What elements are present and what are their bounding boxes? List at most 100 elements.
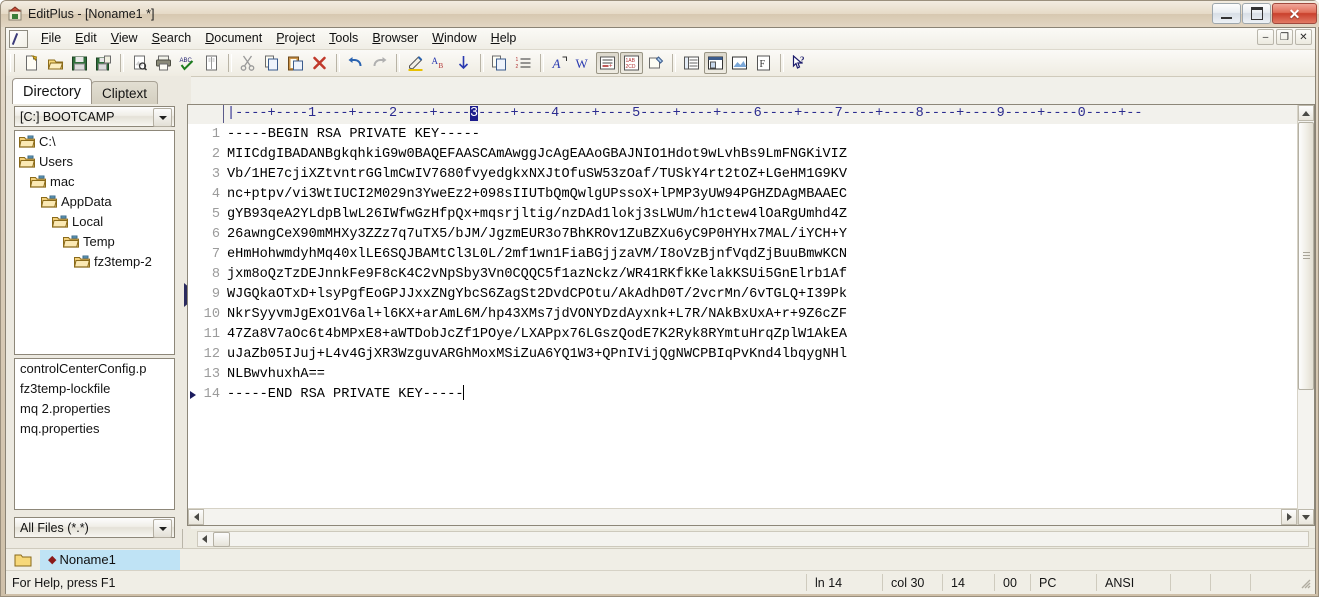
undo-icon[interactable] [344,52,367,74]
scroll-left-button[interactable] [188,509,204,525]
find-icon[interactable]: AB [428,52,451,74]
document-tab-noname1[interactable]: ◆ Noname1 [40,549,180,570]
show-spaces-icon[interactable]: + [596,52,619,74]
code-line: -----BEGIN RSA PRIVATE KEY----- [227,127,480,142]
vertical-scroll-thumb[interactable] [1298,122,1314,390]
menu-browser[interactable]: Browser [365,29,425,48]
scroll-left-icon[interactable] [199,533,210,544]
menu-document[interactable]: Document [198,29,269,48]
menu-file[interactable]: File [34,29,68,48]
horizontal-scroll-thumb[interactable] [213,532,230,547]
tree-item-label: fz3temp-2 [94,253,152,269]
main-toolbar: ABC A B 1 2 A W + 1AB 2CD F ? [6,50,1315,77]
new-file-icon[interactable] [20,52,43,74]
folder-icon [51,215,68,228]
highlight-icon[interactable] [404,52,427,74]
save-icon[interactable] [68,52,91,74]
function-list-icon[interactable]: F [752,52,775,74]
drive-select[interactable]: [C:] BOOTCAMP [14,106,175,127]
tree-item[interactable]: Temp [15,231,174,251]
user-tools-icon[interactable] [644,52,667,74]
document-selector-icon[interactable] [680,52,703,74]
find-next-icon[interactable] [452,52,475,74]
mdi-restore-button[interactable]: ❐ [1276,29,1293,45]
toolbar-grip[interactable] [10,54,15,72]
tree-item[interactable]: Users [15,151,174,171]
line-numbers: 1 2 3 4 5 6 7 8 9 10 11 12 13 14 [203,127,220,402]
tab-cliptext[interactable]: Cliptext [91,81,159,104]
word-wrap-icon[interactable]: W [572,52,595,74]
paste-icon[interactable] [284,52,307,74]
folder-tree[interactable]: C:\ Users mac AppData Local Temp fz3temp-2 [14,130,175,355]
tree-item-label: AppData [61,193,112,209]
tree-item[interactable]: mac [15,171,174,191]
open-file-icon[interactable] [44,52,67,74]
file-list[interactable]: controlCenterConfig.p fz3temp-lockfile mq … [14,358,175,510]
line-number-gutter: 1 2 3 4 5 6 7 8 9 10 11 12 13 14 [188,124,224,525]
menu-edit[interactable]: Edit [68,29,104,48]
editor-vertical-scrollbar[interactable] [1297,105,1314,525]
spell-check-icon[interactable]: ABC [176,52,199,74]
scroll-up-button[interactable] [1298,105,1314,121]
line-numbers-icon[interactable]: 12 [512,52,535,74]
scroll-down-button[interactable] [1298,509,1314,525]
svg-text:F: F [760,59,766,70]
chevron-down-icon[interactable] [153,519,172,538]
file-list-item[interactable]: controlCenterConfig.p [15,361,174,381]
status-spacer-3 [1250,574,1294,591]
page-setup-icon[interactable] [200,52,223,74]
svg-text:2CD: 2CD [626,64,636,70]
toolbar-separator [396,54,400,72]
svg-text:A: A [552,56,561,71]
code-line: MIICdgIBADANBgkqhkiG9w0BAQEFAASCAmAwggJc… [227,147,847,162]
file-filter-select[interactable]: All Files (*.*) [14,517,175,538]
print-icon[interactable] [152,52,175,74]
project-folder-icon[interactable] [6,550,40,570]
tree-item[interactable]: Local [15,211,174,231]
workspace-horizontal-scrollbar[interactable] [187,529,1315,549]
tree-item[interactable]: AppData [15,191,174,211]
duplicate-line-icon[interactable] [488,52,511,74]
copy-icon[interactable] [260,52,283,74]
help-pointer-icon[interactable]: ? [788,52,811,74]
editor-horizontal-scrollbar[interactable] [188,508,1297,525]
mdi-minimize-button[interactable]: – [1257,29,1274,45]
window-maximize-button[interactable] [1242,3,1271,24]
menu-search[interactable]: Search [145,29,199,48]
file-list-item[interactable]: fz3temp-lockfile [15,381,174,401]
output-window-icon[interactable] [704,52,727,74]
scroll-right-button[interactable] [1281,509,1297,525]
file-list-item[interactable]: mq.properties [15,421,174,441]
svg-text:B: B [439,62,444,70]
window-close-button[interactable]: ✕ [1272,3,1317,24]
cut-icon[interactable] [236,52,259,74]
menu-bar: File Edit View Search Document Project T… [6,28,1315,50]
menu-tools[interactable]: Tools [322,29,365,48]
save-all-icon[interactable] [92,52,115,74]
menu-project[interactable]: Project [269,29,322,48]
tree-item-label: Users [39,153,73,169]
toolbar-separator [480,54,484,72]
delete-icon[interactable] [308,52,331,74]
column-ruler: |----+----1----+----2----+----3----+----… [188,105,1297,125]
resize-grip-icon[interactable] [1298,576,1312,590]
menu-view[interactable]: View [104,29,145,48]
window-minimize-button[interactable] [1212,3,1241,24]
menu-window[interactable]: Window [425,29,483,48]
code-text-area[interactable]: -----BEGIN RSA PRIVATE KEY----- MIICdgIBA… [224,124,1297,508]
mdi-close-button[interactable]: ✕ [1295,29,1312,45]
column-mode-icon[interactable]: 1AB 2CD [620,52,643,74]
tree-item[interactable]: fz3temp-2 [15,251,174,271]
print-preview-icon[interactable] [128,52,151,74]
tree-item[interactable]: C:\ [15,131,174,151]
file-list-item[interactable]: mq 2.properties [15,401,174,421]
font-icon[interactable]: A [548,52,571,74]
status-help-text: For Help, press F1 [12,575,116,590]
scroll-track[interactable] [197,531,1309,547]
menu-help[interactable]: Help [484,29,524,48]
redo-icon[interactable] [368,52,391,74]
chevron-down-icon[interactable] [153,108,172,127]
window-controls: ✕ [1211,3,1317,24]
tab-directory[interactable]: Directory [12,78,93,104]
browser-preview-icon[interactable] [728,52,751,74]
